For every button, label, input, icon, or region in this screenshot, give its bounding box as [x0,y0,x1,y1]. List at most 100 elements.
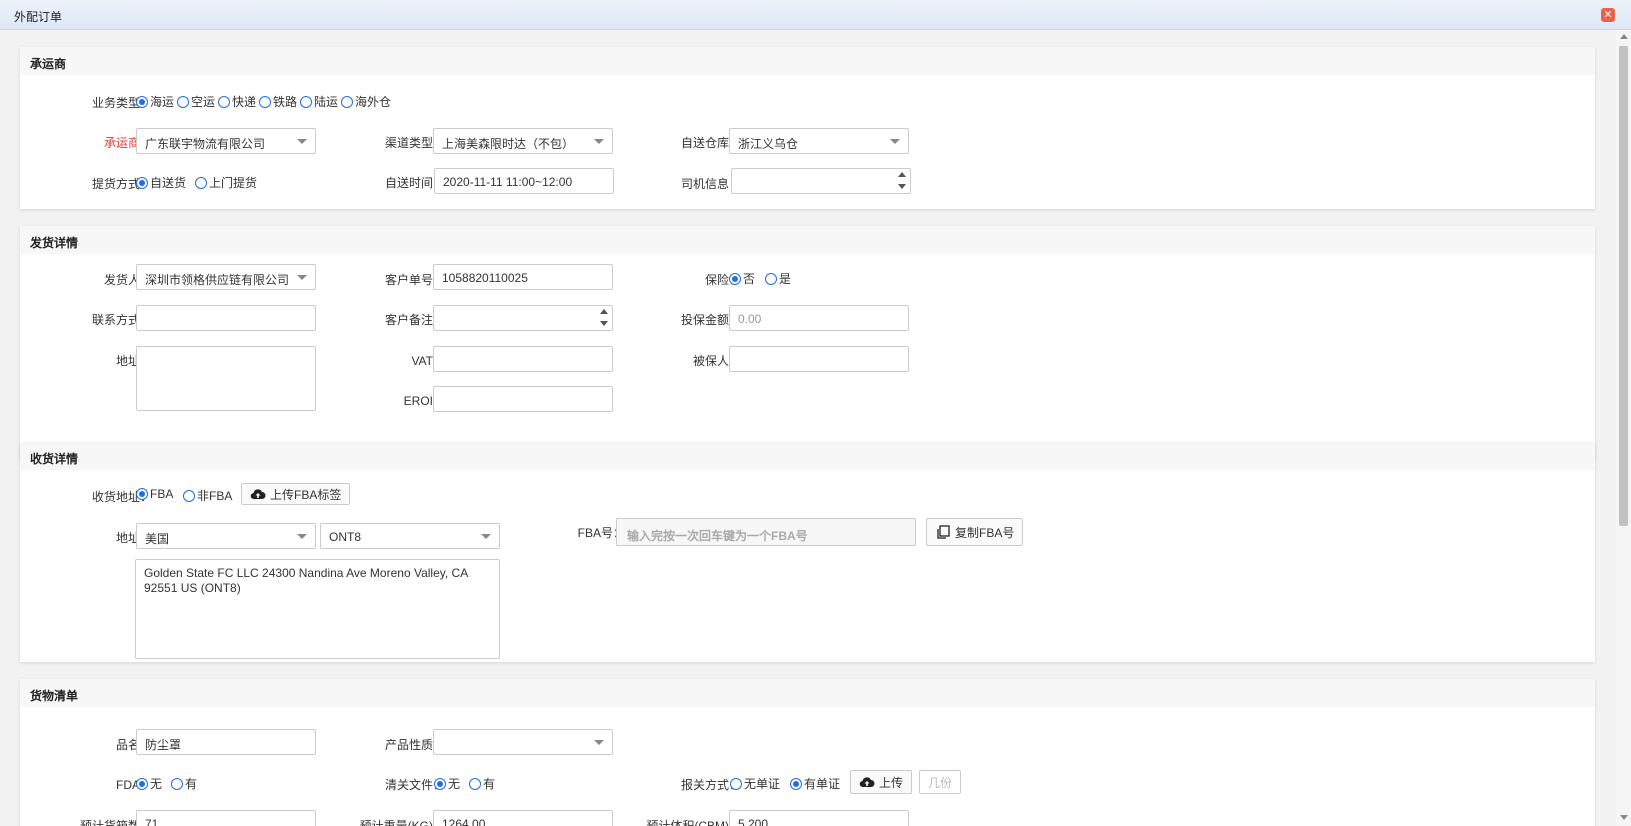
delivery-warehouse-label: 自送仓库： [680,136,741,150]
customer-order-no-label: 客户单号： [384,273,445,287]
country-select[interactable]: 美国 [136,523,316,549]
radio-dot-icon [765,272,777,285]
carrier-panel-header: 承运商 [20,47,1595,75]
insurance-radio-yes[interactable]: 是 [765,270,791,287]
chevron-down-icon [297,139,307,144]
radio-dot-icon [469,777,481,790]
driver-info-input[interactable] [731,168,911,194]
radio-dot-icon [434,777,446,790]
product-name-input[interactable]: 防尘罩 [136,729,316,755]
vat-label: VAT： [411,354,445,368]
radio-dot-icon [195,176,207,189]
upload-docs-button[interactable]: 上传 [850,770,913,794]
fda-radio-no[interactable]: 无 [136,775,162,792]
cloud-upload-icon [859,777,875,788]
shipper-select[interactable]: 深圳市领格供应链有限公司 [136,264,316,290]
radio-dot-icon [136,176,148,189]
spin-up-icon[interactable] [898,172,906,177]
est-volume-label: 预计体积(CBM)： [646,819,741,826]
contact-input[interactable] [136,305,316,331]
est-cartons-input[interactable]: 71 [136,810,316,826]
shipper-address-textarea[interactable] [136,346,316,411]
business-type-radio-overseas-warehouse[interactable]: 海外仓 [341,93,391,110]
est-volume-input[interactable]: 5.200 [729,810,909,826]
radio-dot-icon [136,488,148,500]
close-icon[interactable]: ✕ [1601,8,1615,22]
fba-warehouse-select[interactable]: ONT8 [320,523,500,549]
insurance-label: 保险： [704,273,741,287]
clearance-docs-label: 清关文件： [384,778,445,792]
view-docs-button[interactable]: 几份 [919,770,962,794]
chevron-down-icon [481,534,491,539]
insurance-radio-no[interactable]: 否 [729,270,755,287]
radio-dot-icon [729,272,741,285]
radio-dot-icon [136,95,148,108]
cargo-panel-header: 货物清单 [20,679,1595,707]
receive-address-radio-fba[interactable]: FBA [136,487,173,501]
eori-input[interactable] [433,386,613,412]
clearance-docs-radio-yes[interactable]: 有 [469,775,495,792]
consignee-panel: 收货详情 收货地址： FBA 非FBA 上传FBA标签 地址： 美国 ONT8 … [20,442,1595,662]
chevron-down-icon [297,534,307,539]
radio-dot-icon [790,777,802,790]
radio-dot-icon [183,489,195,502]
chevron-down-icon [594,740,604,745]
declaration-radio-with-docs[interactable]: 有单证 [790,775,840,792]
pickup-method-radio-door[interactable]: 上门提货 [195,174,257,191]
full-address-textarea[interactable]: Golden State FC LLC 24300 Nandina Ave Mo… [135,559,500,659]
radio-dot-icon [136,777,148,790]
dialog-content: 承运商 业务类型： 海运 空运 快递 铁路 陆运 海外仓 承运商： 广东联宇物流… [0,30,1616,826]
customer-note-label: 客户备注： [384,313,445,327]
clearance-docs-radio-no[interactable]: 无 [434,775,460,792]
spin-up-icon[interactable] [600,309,608,314]
shipper-panel: 发货详情 发货人： 深圳市领格供应链有限公司 客户单号： 10588201100… [20,226,1595,461]
business-type-radio-rail[interactable]: 铁路 [259,93,297,110]
channel-type-select[interactable]: 上海美森限时达（不包） [433,128,613,154]
chevron-down-icon [890,139,900,144]
business-type-radio-air[interactable]: 空运 [177,93,215,110]
est-weight-label: 预计重量(KG)： [359,819,445,826]
carrier-panel: 承运商 业务类型： 海运 空运 快递 铁路 陆运 海外仓 承运商： 广东联宇物流… [20,47,1595,209]
insured-person-label: 被保人： [692,354,741,368]
insured-amount-input[interactable]: 0.00 [729,305,909,331]
upload-fba-label-button[interactable]: 上传FBA标签 [241,483,351,505]
customer-note-input[interactable] [433,305,613,331]
declaration-radio-no-docs[interactable]: 无单证 [730,775,780,792]
product-nature-select[interactable] [433,729,613,755]
business-type-radio-sea[interactable]: 海运 [136,93,174,110]
vat-input[interactable] [433,346,613,372]
shipper-panel-header: 发货详情 [20,226,1595,254]
radio-dot-icon [341,95,353,108]
scrollbar-thumb[interactable] [1619,46,1628,526]
radio-dot-icon [300,95,312,108]
consignee-panel-header: 收货详情 [20,442,1595,470]
customer-order-no-input[interactable]: 1058820110025 [433,264,613,290]
business-type-radio-land[interactable]: 陆运 [300,93,338,110]
vertical-scrollbar[interactable] [1616,30,1631,826]
delivery-warehouse-select[interactable]: 浙江义乌仓 [729,128,909,154]
delivery-time-input[interactable]: 2020-11-11 11:00~12:00 [434,168,614,194]
scroll-down-icon[interactable] [1620,815,1628,820]
est-weight-input[interactable]: 1264.00 [433,810,613,826]
radio-dot-icon [177,95,189,108]
business-type-radio-express[interactable]: 快递 [218,93,256,110]
declaration-method-label: 报关方式： [680,778,741,792]
spin-down-icon[interactable] [898,184,906,189]
copy-fba-button[interactable]: 复制FBA号 [926,518,1024,546]
eori-label: EROI： [403,394,445,408]
fda-radio-yes[interactable]: 有 [171,775,197,792]
product-nature-label: 产品性质： [384,738,445,752]
cloud-upload-icon [250,489,266,500]
copy-icon [937,525,950,539]
insured-person-input[interactable] [729,346,909,372]
channel-type-label: 渠道类型： [384,136,445,150]
insured-amount-label: 投保金额： [680,313,741,327]
receive-address-radio-non-fba[interactable]: 非FBA [183,487,232,504]
chevron-down-icon [297,275,307,280]
spin-down-icon[interactable] [600,321,608,326]
carrier-select[interactable]: 广东联宇物流有限公司 [136,128,316,154]
pickup-method-radio-self[interactable]: 自送货 [136,174,186,191]
scroll-up-icon[interactable] [1620,34,1628,39]
radio-dot-icon [171,777,183,790]
fba-no-input[interactable]: 输入完按一次回车键为一个FBA号 [616,518,916,546]
